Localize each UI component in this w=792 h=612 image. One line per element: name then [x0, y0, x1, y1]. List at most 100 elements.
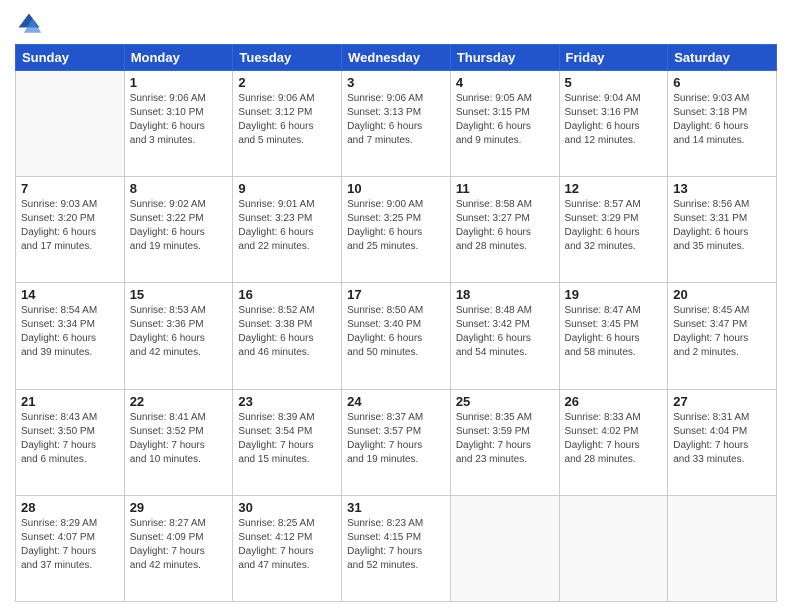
- calendar-cell: 7Sunrise: 9:03 AM Sunset: 3:20 PM Daylig…: [16, 177, 125, 283]
- logo-icon: [15, 10, 43, 38]
- calendar-cell: 9 Sunrise: 9:01 AM Sunset: 3:23 PM Daylig…: [233, 177, 342, 283]
- day-info: Sunrise: 8:39 AM Sunset: 3:54 PM Dayligh…: [238, 411, 336, 467]
- day-info: Sunrise: 8:35 AM Sunset: 3:59 PM Dayligh…: [456, 411, 554, 467]
- calendar-cell: 3 Sunrise: 9:06 AM Sunset: 3:13 PM Daylig…: [342, 71, 451, 177]
- day-info: Sunrise: 9:01 AM Sunset: 3:23 PM Dayligh…: [238, 198, 336, 254]
- day-info: Sunrise: 9:02 AM Sunset: 3:22 PM Dayligh…: [130, 198, 228, 254]
- calendar-cell: 13 Sunrise: 8:56 AM Sunset: 3:31 PM Dayli…: [668, 177, 777, 283]
- day-number: 9: [238, 181, 336, 196]
- day-info: Sunrise: 8:57 AM Sunset: 3:29 PM Dayligh…: [565, 198, 663, 254]
- day-info: Sunrise: 8:27 AM Sunset: 4:09 PM Dayligh…: [130, 517, 228, 573]
- calendar-cell: 26 Sunrise: 8:33 AM Sunset: 4:02 PM Dayli…: [559, 389, 668, 495]
- day-number: 26: [565, 394, 663, 409]
- day-number: 14: [21, 287, 119, 302]
- calendar-week-row: 21 Sunrise: 8:43 AM Sunset: 3:50 PM Dayli…: [16, 389, 777, 495]
- day-number: 3: [347, 75, 445, 90]
- day-number: 4: [456, 75, 554, 90]
- calendar-cell: 18Sunrise: 8:48 AM Sunset: 3:42 PM Dayli…: [450, 283, 559, 389]
- calendar-week-row: 28 Sunrise: 8:29 AM Sunset: 4:07 PM Dayli…: [16, 495, 777, 601]
- header: [15, 10, 777, 38]
- day-info: Sunrise: 8:56 AM Sunset: 3:31 PM Dayligh…: [673, 198, 771, 254]
- day-info: Sunrise: 9:06 AM Sunset: 3:12 PM Dayligh…: [238, 92, 336, 148]
- day-info: Sunrise: 8:29 AM Sunset: 4:07 PM Dayligh…: [21, 517, 119, 573]
- day-number: 5: [565, 75, 663, 90]
- calendar-cell: 21 Sunrise: 8:43 AM Sunset: 3:50 PM Dayli…: [16, 389, 125, 495]
- day-info: Sunrise: 8:33 AM Sunset: 4:02 PM Dayligh…: [565, 411, 663, 467]
- day-info: Sunrise: 9:00 AM Sunset: 3:25 PM Dayligh…: [347, 198, 445, 254]
- calendar-cell: 8 Sunrise: 9:02 AM Sunset: 3:22 PM Daylig…: [124, 177, 233, 283]
- day-info: Sunrise: 9:06 AM Sunset: 3:10 PM Dayligh…: [130, 92, 228, 148]
- day-number: 15: [130, 287, 228, 302]
- calendar-cell: [16, 71, 125, 177]
- calendar-cell: 23 Sunrise: 8:39 AM Sunset: 3:54 PM Dayli…: [233, 389, 342, 495]
- logo: [15, 10, 47, 38]
- day-number: 19: [565, 287, 663, 302]
- weekday-header: Monday: [124, 45, 233, 71]
- calendar-cell: 5Sunrise: 9:04 AM Sunset: 3:16 PM Daylig…: [559, 71, 668, 177]
- day-number: 30: [238, 500, 336, 515]
- day-number: 11: [456, 181, 554, 196]
- day-info: Sunrise: 9:03 AM Sunset: 3:18 PM Dayligh…: [673, 92, 771, 148]
- calendar-cell: [668, 495, 777, 601]
- weekday-header: Wednesday: [342, 45, 451, 71]
- calendar-cell: 15 Sunrise: 8:53 AM Sunset: 3:36 PM Dayli…: [124, 283, 233, 389]
- day-number: 23: [238, 394, 336, 409]
- day-number: 29: [130, 500, 228, 515]
- day-info: Sunrise: 8:23 AM Sunset: 4:15 PM Dayligh…: [347, 517, 445, 573]
- calendar-cell: 16 Sunrise: 8:52 AM Sunset: 3:38 PM Dayli…: [233, 283, 342, 389]
- day-info: Sunrise: 8:53 AM Sunset: 3:36 PM Dayligh…: [130, 304, 228, 360]
- calendar-cell: 22 Sunrise: 8:41 AM Sunset: 3:52 PM Dayli…: [124, 389, 233, 495]
- calendar-header-row: SundayMondayTuesdayWednesdayThursdayFrid…: [16, 45, 777, 71]
- day-info: Sunrise: 8:50 AM Sunset: 3:40 PM Dayligh…: [347, 304, 445, 360]
- calendar-cell: 24 Sunrise: 8:37 AM Sunset: 3:57 PM Dayli…: [342, 389, 451, 495]
- day-info: Sunrise: 9:03 AM Sunset: 3:20 PM Dayligh…: [21, 198, 119, 254]
- weekday-header: Tuesday: [233, 45, 342, 71]
- day-info: Sunrise: 9:06 AM Sunset: 3:13 PM Dayligh…: [347, 92, 445, 148]
- calendar-cell: 14Sunrise: 8:54 AM Sunset: 3:34 PM Dayli…: [16, 283, 125, 389]
- day-info: Sunrise: 8:25 AM Sunset: 4:12 PM Dayligh…: [238, 517, 336, 573]
- calendar-cell: 11 Sunrise: 8:58 AM Sunset: 3:27 PM Dayli…: [450, 177, 559, 283]
- day-number: 22: [130, 394, 228, 409]
- day-number: 8: [130, 181, 228, 196]
- calendar-cell: 20 Sunrise: 8:45 AM Sunset: 3:47 PM Dayli…: [668, 283, 777, 389]
- day-number: 28: [21, 500, 119, 515]
- calendar-cell: 30 Sunrise: 8:25 AM Sunset: 4:12 PM Dayli…: [233, 495, 342, 601]
- day-info: Sunrise: 8:37 AM Sunset: 3:57 PM Dayligh…: [347, 411, 445, 467]
- day-number: 2: [238, 75, 336, 90]
- day-info: Sunrise: 8:45 AM Sunset: 3:47 PM Dayligh…: [673, 304, 771, 360]
- calendar-table: SundayMondayTuesdayWednesdayThursdayFrid…: [15, 44, 777, 602]
- day-number: 31: [347, 500, 445, 515]
- weekday-header: Thursday: [450, 45, 559, 71]
- day-info: Sunrise: 8:31 AM Sunset: 4:04 PM Dayligh…: [673, 411, 771, 467]
- day-info: Sunrise: 8:58 AM Sunset: 3:27 PM Dayligh…: [456, 198, 554, 254]
- day-info: Sunrise: 9:05 AM Sunset: 3:15 PM Dayligh…: [456, 92, 554, 148]
- day-number: 18: [456, 287, 554, 302]
- day-info: Sunrise: 8:52 AM Sunset: 3:38 PM Dayligh…: [238, 304, 336, 360]
- day-info: Sunrise: 8:41 AM Sunset: 3:52 PM Dayligh…: [130, 411, 228, 467]
- day-number: 17: [347, 287, 445, 302]
- calendar-cell: 6 Sunrise: 9:03 AM Sunset: 3:18 PM Daylig…: [668, 71, 777, 177]
- calendar-cell: 10 Sunrise: 9:00 AM Sunset: 3:25 PM Dayli…: [342, 177, 451, 283]
- calendar-week-row: 7Sunrise: 9:03 AM Sunset: 3:20 PM Daylig…: [16, 177, 777, 283]
- weekday-header: Sunday: [16, 45, 125, 71]
- day-number: 16: [238, 287, 336, 302]
- day-number: 10: [347, 181, 445, 196]
- page: SundayMondayTuesdayWednesdayThursdayFrid…: [0, 0, 792, 612]
- calendar-cell: 25 Sunrise: 8:35 AM Sunset: 3:59 PM Dayli…: [450, 389, 559, 495]
- calendar-cell: 19 Sunrise: 8:47 AM Sunset: 3:45 PM Dayli…: [559, 283, 668, 389]
- calendar-cell: 28 Sunrise: 8:29 AM Sunset: 4:07 PM Dayli…: [16, 495, 125, 601]
- weekday-header: Saturday: [668, 45, 777, 71]
- day-number: 20: [673, 287, 771, 302]
- calendar-week-row: 14Sunrise: 8:54 AM Sunset: 3:34 PM Dayli…: [16, 283, 777, 389]
- calendar-cell: 4 Sunrise: 9:05 AM Sunset: 3:15 PM Daylig…: [450, 71, 559, 177]
- day-number: 24: [347, 394, 445, 409]
- day-number: 25: [456, 394, 554, 409]
- day-number: 13: [673, 181, 771, 196]
- day-number: 21: [21, 394, 119, 409]
- day-number: 1: [130, 75, 228, 90]
- day-info: Sunrise: 8:43 AM Sunset: 3:50 PM Dayligh…: [21, 411, 119, 467]
- calendar-cell: 31 Sunrise: 8:23 AM Sunset: 4:15 PM Dayli…: [342, 495, 451, 601]
- day-number: 6: [673, 75, 771, 90]
- day-number: 27: [673, 394, 771, 409]
- day-info: Sunrise: 8:47 AM Sunset: 3:45 PM Dayligh…: [565, 304, 663, 360]
